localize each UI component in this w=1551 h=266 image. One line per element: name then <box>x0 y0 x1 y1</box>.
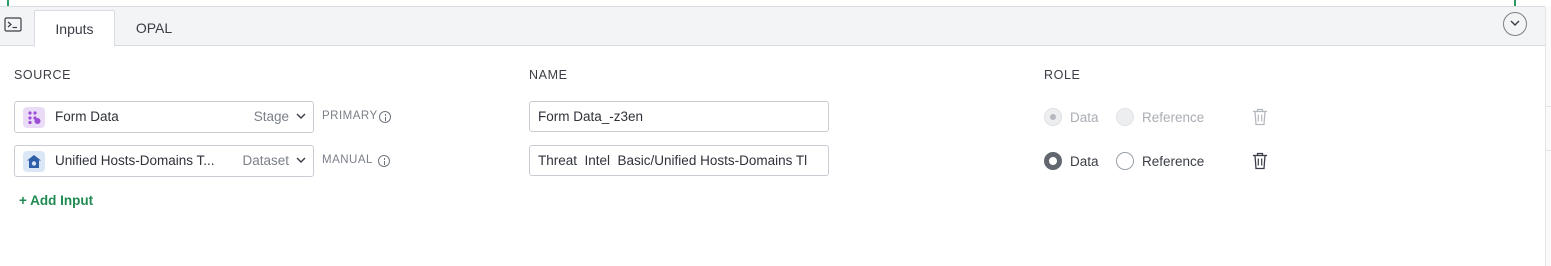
chevron-down-icon <box>296 113 306 119</box>
dataset-icon <box>23 151 45 172</box>
console-icon[interactable] <box>4 17 24 33</box>
source-name: Form Data <box>55 109 119 124</box>
edge-divider <box>1546 150 1551 151</box>
source-kind: Dataset <box>242 153 289 168</box>
tab-inputs[interactable]: Inputs <box>34 10 115 47</box>
input-name-field[interactable] <box>529 101 829 132</box>
edge-divider <box>1546 106 1551 107</box>
add-input-button[interactable]: + Add Input <box>19 193 93 208</box>
trash-icon[interactable] <box>1252 152 1268 170</box>
source-name: Unified Hosts-Domains T... <box>55 153 215 168</box>
stage-icon <box>23 107 45 128</box>
tab-bar: Inputs OPAL <box>0 7 1545 47</box>
input-name-field[interactable] <box>529 145 829 176</box>
input-tag-primary: PRIMARY <box>322 110 378 122</box>
role-label-reference: Reference <box>1142 110 1205 125</box>
info-icon[interactable] <box>378 155 390 167</box>
tab-opal[interactable]: OPAL <box>124 10 184 47</box>
right-edge-panel <box>1545 7 1551 266</box>
source-select[interactable]: Form Data Stage <box>14 101 314 133</box>
role-radio-data[interactable] <box>1044 152 1062 170</box>
info-icon[interactable] <box>379 111 391 123</box>
inputs-panel: Inputs OPAL SOURCE NAME ROLE Form Data S… <box>0 0 1551 266</box>
role-label-data: Data <box>1070 110 1099 125</box>
chevron-down-icon <box>1510 20 1520 26</box>
role-radio-data[interactable] <box>1044 108 1062 126</box>
role-radio-reference[interactable] <box>1116 152 1134 170</box>
source-select[interactable]: Unified Hosts-Domains T... Dataset <box>14 145 314 177</box>
role-radio-reference[interactable] <box>1116 108 1134 126</box>
input-tag-manual: MANUAL <box>322 154 373 166</box>
collapse-button[interactable] <box>1503 12 1527 36</box>
role-label-data: Data <box>1070 154 1099 169</box>
column-header-name: NAME <box>529 68 568 82</box>
top-strip <box>0 0 1551 7</box>
chevron-down-icon <box>296 157 306 163</box>
trash-icon[interactable] <box>1252 108 1268 126</box>
column-header-source: SOURCE <box>14 68 72 82</box>
source-kind: Stage <box>253 109 289 124</box>
column-header-role: ROLE <box>1044 68 1081 82</box>
role-label-reference: Reference <box>1142 154 1205 169</box>
